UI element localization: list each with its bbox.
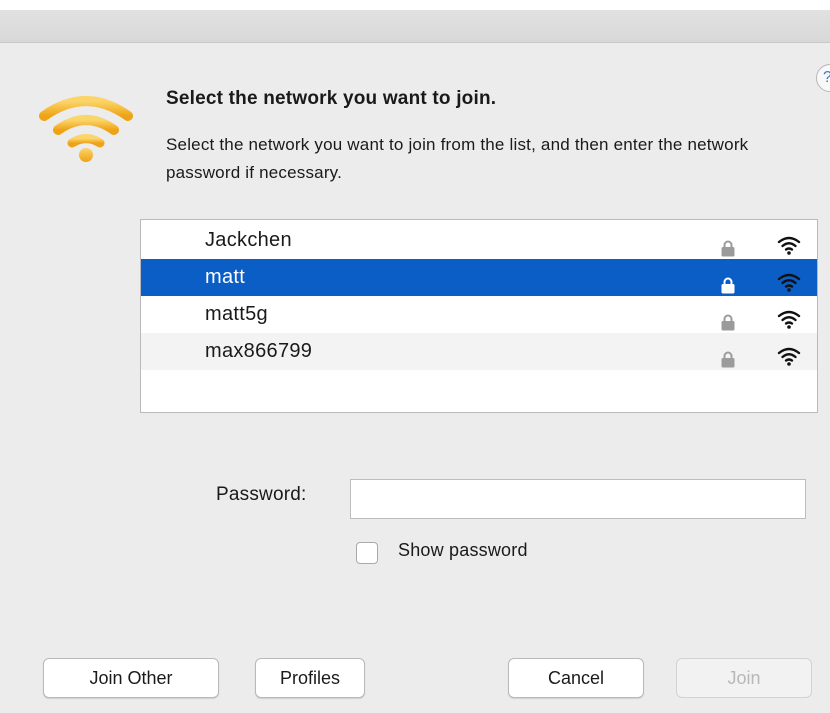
network-name: Jackchen (205, 229, 292, 251)
network-list[interactable]: Jackchen matt matt5g max866799 (140, 219, 818, 413)
join-button[interactable]: Join (676, 658, 812, 698)
password-label: Password: (216, 484, 307, 505)
title-bar (0, 0, 830, 43)
profiles-button[interactable]: Profiles (255, 658, 365, 698)
wifi-logo-icon (38, 92, 134, 169)
show-password-checkbox[interactable] (356, 542, 378, 564)
password-input[interactable] (350, 479, 806, 519)
network-name: max866799 (205, 340, 313, 362)
dialog-title: Select the network you want to join. (166, 88, 497, 109)
network-row-selected[interactable]: matt (141, 259, 817, 296)
network-name: matt (205, 266, 246, 288)
title-bar-strip (0, 0, 830, 10)
network-row[interactable]: matt5g (141, 296, 817, 333)
network-row[interactable]: max866799 (141, 333, 817, 370)
network-row[interactable]: Jackchen (141, 222, 817, 259)
lock-icon (721, 344, 735, 381)
wifi-signal-icon (777, 342, 801, 379)
cancel-button[interactable]: Cancel (508, 658, 644, 698)
dialog-description: Select the network you want to join from… (166, 135, 749, 182)
help-button[interactable]: ? (816, 64, 830, 92)
show-password-label[interactable]: Show password (398, 540, 528, 561)
network-name: matt5g (205, 303, 268, 325)
join-other-button[interactable]: Join Other (43, 658, 219, 698)
